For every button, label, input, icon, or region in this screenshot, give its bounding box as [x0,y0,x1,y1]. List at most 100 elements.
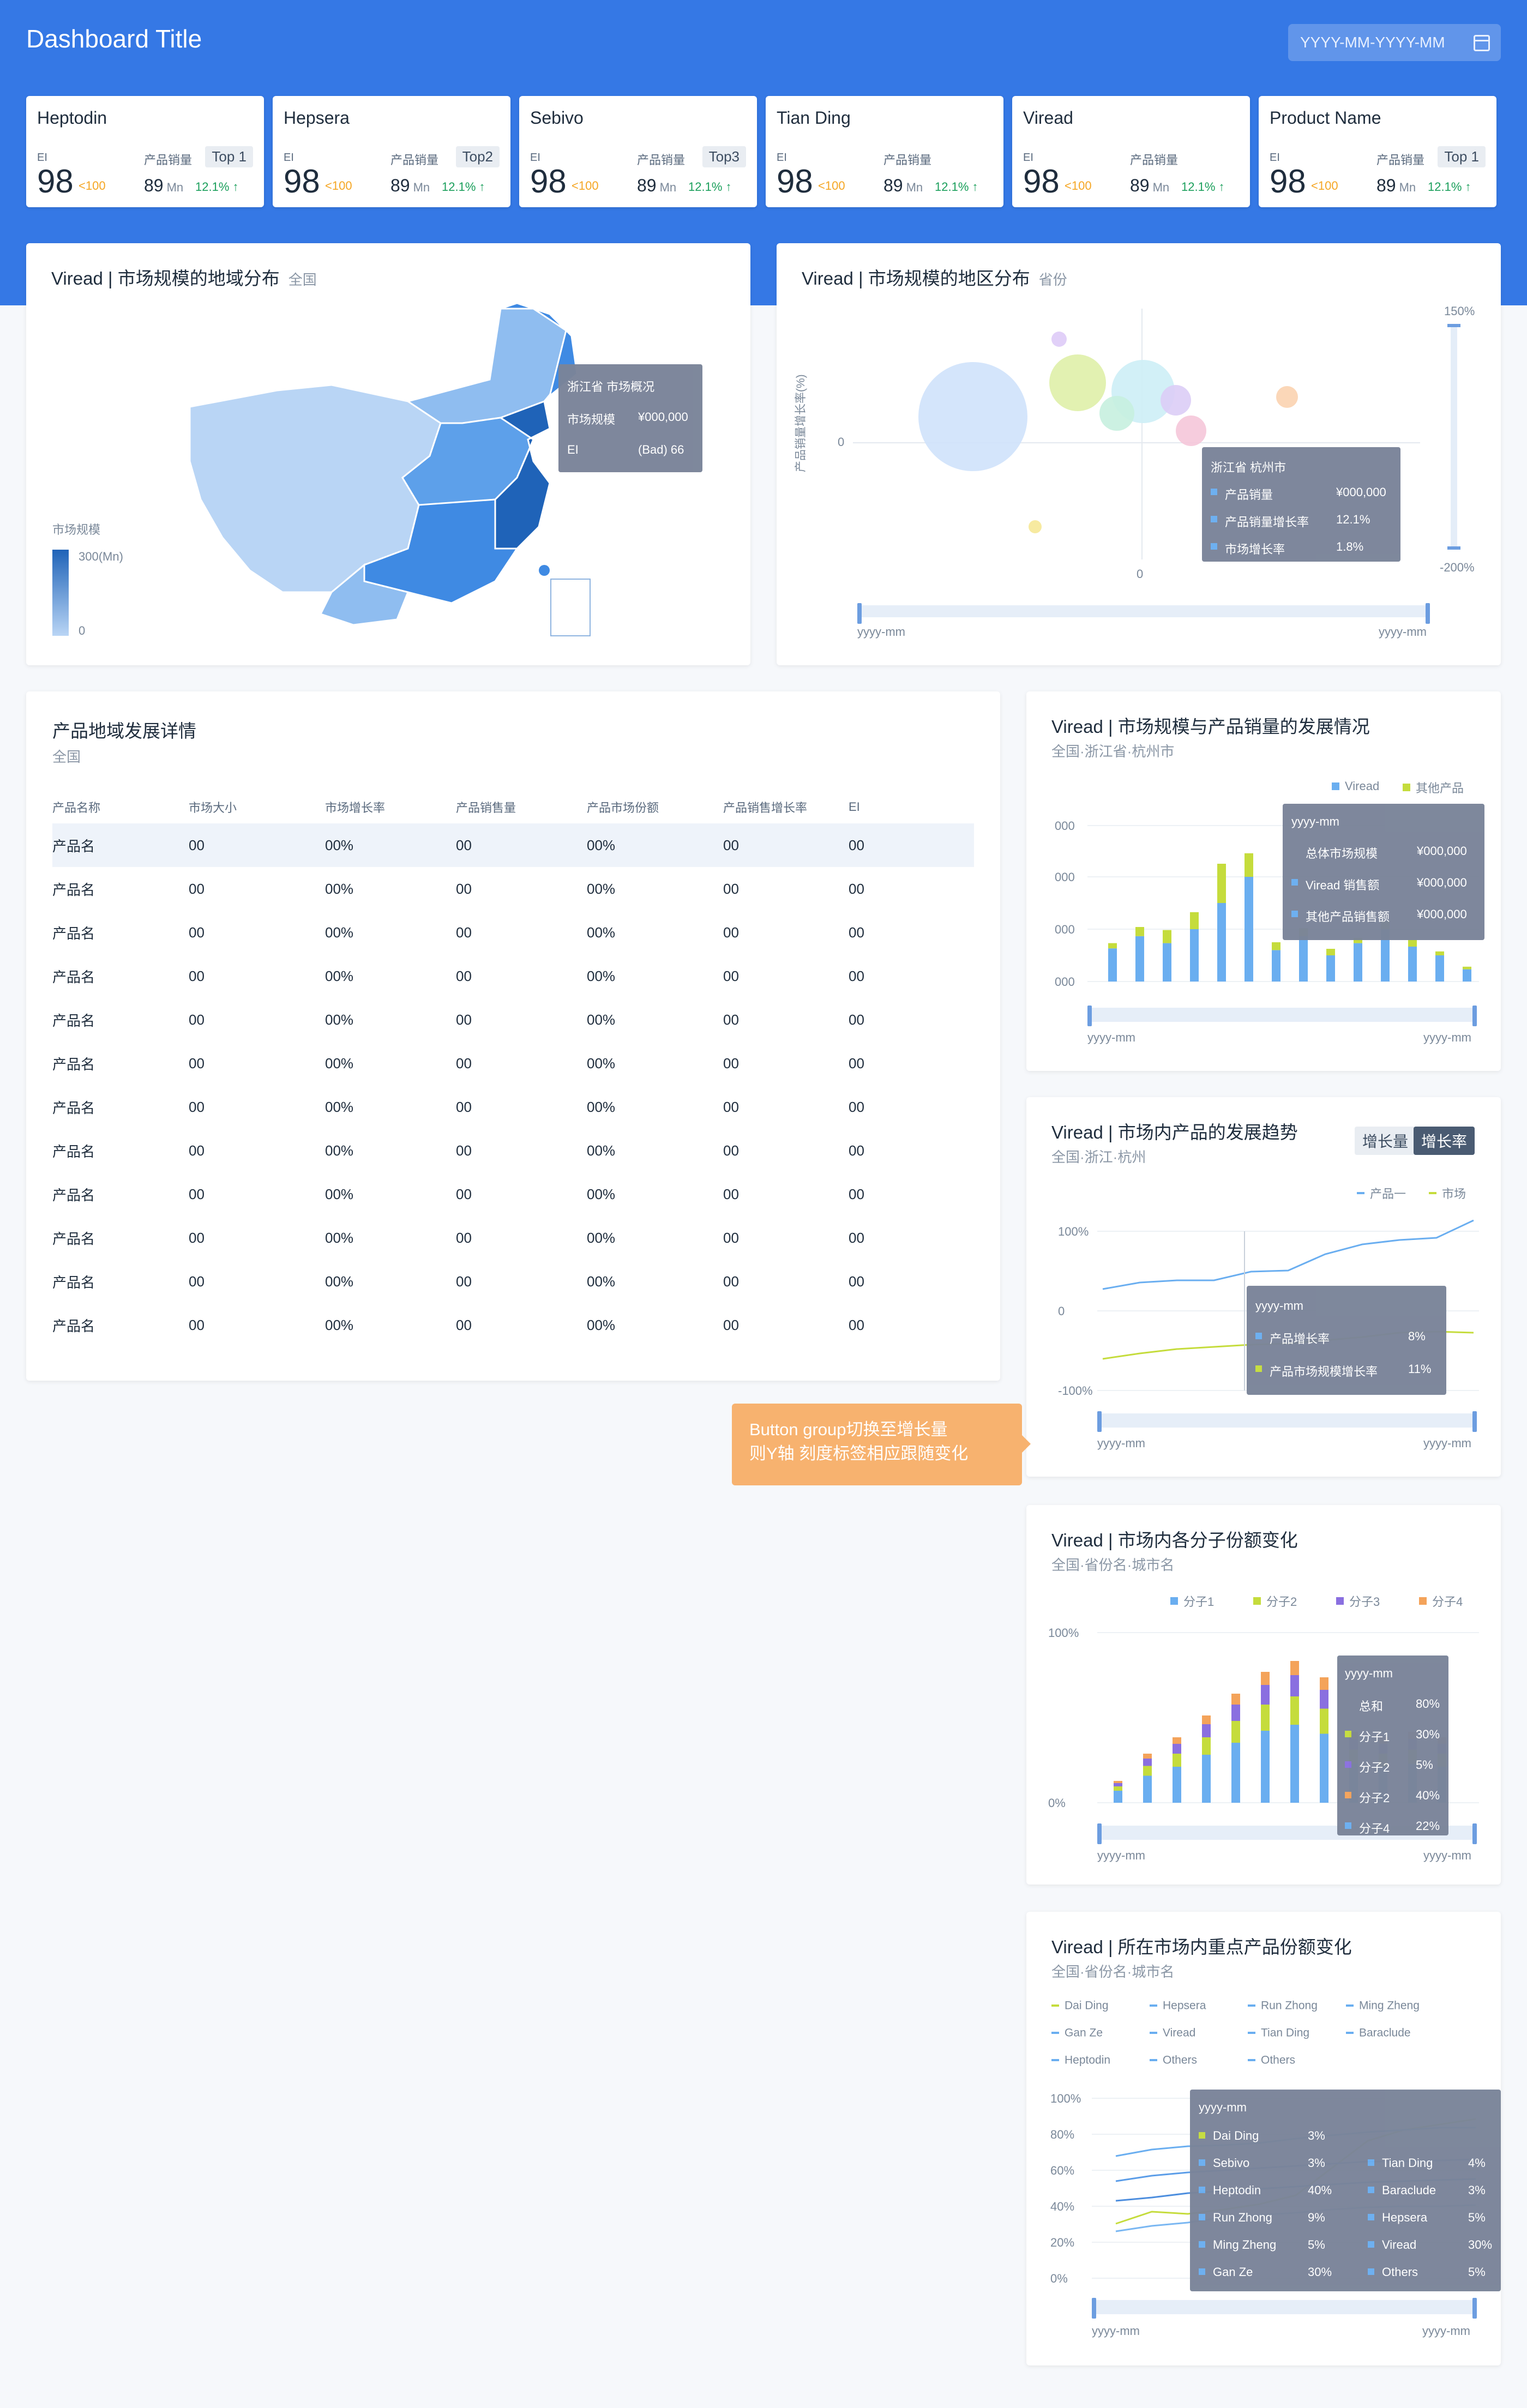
stack-segment [1114,1786,1122,1791]
date-range-picker[interactable]: YYYY-MM-YYYY-MM [1288,24,1501,61]
table-cell: 00 [723,1273,739,1290]
detail-table: 产品名称 市场大小 市场增长率 产品销售量 产品市场份额 产品销售增长率 EI 产品名 00 0… [52,791,974,1347]
table-row[interactable]: 产品名 00 00% 00 00% 00 00 [52,1129,974,1172]
table-header-cell[interactable]: 市场大小 [189,791,325,823]
table-cell: 产品名 [52,1187,95,1203]
line-card: Viread | 市场内产品的发展趋势 全国·浙江·杭州 增长量 增长率 产品一… [1026,1097,1501,1477]
table-header-cell[interactable]: 产品名称 [52,791,189,823]
table-row[interactable]: 产品名 00 00% 00 00% 00 00 [52,1085,974,1129]
bar-y-tick: 000 [1055,819,1075,833]
table-cell: 00% [587,1098,616,1115]
kpi-name: Product Name [1270,108,1381,128]
kpi-sales-value: 89 Mn [390,176,430,196]
kpi-rank-badge: Top2 [455,146,500,167]
table-cell: 00 [456,967,472,984]
table-cell: 00 [189,836,205,853]
kpi-sales-label: 产品销量 [144,153,193,167]
table-header-cell[interactable]: 产品销售增长率 [723,791,849,823]
stack-card: Viread | 市场内各分子份额变化 全国·省份名·城市名 分子1 分子2 分子3… [1026,1505,1501,1885]
tooltip-label: 产品增长率 [1270,1332,1330,1346]
table-row[interactable]: 产品名 00 00% 00 00% 00 00 [52,911,974,954]
y-slider-handle-bottom [1447,546,1460,550]
kpi-name: Heptodin [37,108,107,128]
table-row[interactable]: 产品名 00 00% 00 00% 00 00 [52,1172,974,1216]
table-cell: 00% [325,1229,354,1246]
tooltip-value: 11% [1408,1362,1432,1376]
table-cell: 00% [587,1273,616,1290]
table-row[interactable]: 产品名 00 00% 00 00% 00 00 [52,1303,974,1347]
kpi-name: Tian Ding [777,108,851,128]
kpi-card[interactable]: Tian Ding EI 98 <100 产品销量 89 Mn 12.1% ↑ [766,96,1003,207]
kpi-card[interactable]: Product Name EI 98 <100 产品销量 Top 1 89 Mn 12.1% ↑ [1259,96,1496,207]
table-cell: 00% [325,1185,354,1202]
table-cell: 00 [189,1142,205,1159]
table-cell: 00 [849,1316,864,1333]
kpi-card[interactable]: Hepsera EI 98 <100 产品销量 Top2 89 Mn 12.1% ↑ [273,96,510,207]
table-cell: 00 [189,967,205,984]
table-row[interactable]: 产品名 00 00% 00 00% 00 00 [52,1260,974,1303]
table-row[interactable]: 产品名 00 00% 00 00% 00 00 [52,1042,974,1085]
line-zoom-slider[interactable] [1097,1411,1477,1432]
multi-zoom-slider[interactable] [1092,2298,1477,2319]
table-cell: 00% [325,1011,354,1028]
table-row[interactable]: 产品名 00 00% 00 00% 00 00 [52,867,974,911]
tooltip-value: ¥000,000 [1417,844,1467,858]
map-north [406,308,573,424]
stack-segment [1261,1731,1270,1803]
table-cell: 00% [587,1055,616,1071]
table-cell: 00 [849,1011,864,1028]
table-card: 产品地域发展详情 全国 产品名称 市场大小 市场增长率 产品销售量 产品市场份额 产品销售… [26,691,1000,1381]
tooltip-value: 12.1% [1336,513,1370,526]
kpi-sales-value: 89 Mn [1376,176,1416,196]
stack-segment [1290,1696,1299,1725]
table-header-cell[interactable]: EI [849,791,974,823]
table-header-cell[interactable]: 市场增长率 [325,791,456,823]
table-cell: 00 [849,1185,864,1202]
tooltip-marker [1368,2268,1374,2275]
kpi-rank-badge: Top3 [702,146,746,167]
line-y-tick: -100% [1058,1384,1093,1398]
kpi-sales-number: 89 [1376,176,1396,195]
calendar-icon[interactable] [1474,35,1490,51]
table-cell: 00% [587,1011,616,1028]
table-cell: 00% [325,1098,354,1115]
table-cell: 00% [587,1229,616,1246]
stack-segment [1261,1672,1270,1685]
kpi-card[interactable]: Sebivo EI 98 <100 产品销量 Top3 89 Mn 12.1% ↑ [519,96,757,207]
tooltip-value: 5% [1468,2211,1486,2224]
table-header-cell[interactable]: 产品市场份额 [587,791,723,823]
stack-segment [1202,1737,1211,1755]
multi-y-tick: 20% [1050,2236,1074,2249]
bar-viread [1217,903,1226,982]
tooltip-label: Heptodin [1213,2183,1261,2197]
table-cell: 00 [849,1273,864,1290]
stack-segment [1173,1754,1181,1767]
table-row[interactable]: 产品名 00 00% 00 00% 00 00 [52,823,974,867]
table-row[interactable]: 产品名 00 00% 00 00% 00 00 [52,998,974,1042]
kpi-card[interactable]: Heptodin EI 98 <100 产品销量 Top 1 89 Mn 12.1% ↑ [26,96,264,207]
kpi-sales-label: 产品销量 [637,153,686,167]
tooltip-marker [1345,1700,1351,1707]
bar-other [1163,930,1171,943]
tooltip-value: ¥000,000 [1417,876,1467,889]
bar-zoom-slider[interactable] [1087,1006,1477,1026]
tooltip-value: 80% [1416,1697,1440,1711]
tooltip-marker [1255,1365,1262,1372]
tooltip-marker [1291,879,1298,886]
table-cell: 00 [723,967,739,984]
kpi-ei-value: 98 [777,163,813,200]
tooltip-marker [1199,2159,1205,2166]
table-header-cell[interactable]: 产品销售量 [456,791,587,823]
kpi-unit: Mn [659,180,677,194]
kpi-card[interactable]: Viread EI 98 <100 产品销量 89 Mn 12.1% ↑ [1012,96,1250,207]
table-cell: 00% [587,1185,616,1202]
kpi-sales-label: 产品销量 [883,153,932,167]
bar-viread [1272,950,1280,982]
table-row[interactable]: 产品名 00 00% 00 00% 00 00 [52,954,974,998]
stack-segment [1173,1767,1181,1803]
tooltip-value: 22% [1416,1819,1440,1833]
stack-segment [1143,1766,1152,1776]
bubble-zoom-slider[interactable] [857,603,1430,624]
table-row[interactable]: 产品名 00 00% 00 00% 00 00 [52,1216,974,1260]
kpi-ei-note: <100 [572,179,599,192]
